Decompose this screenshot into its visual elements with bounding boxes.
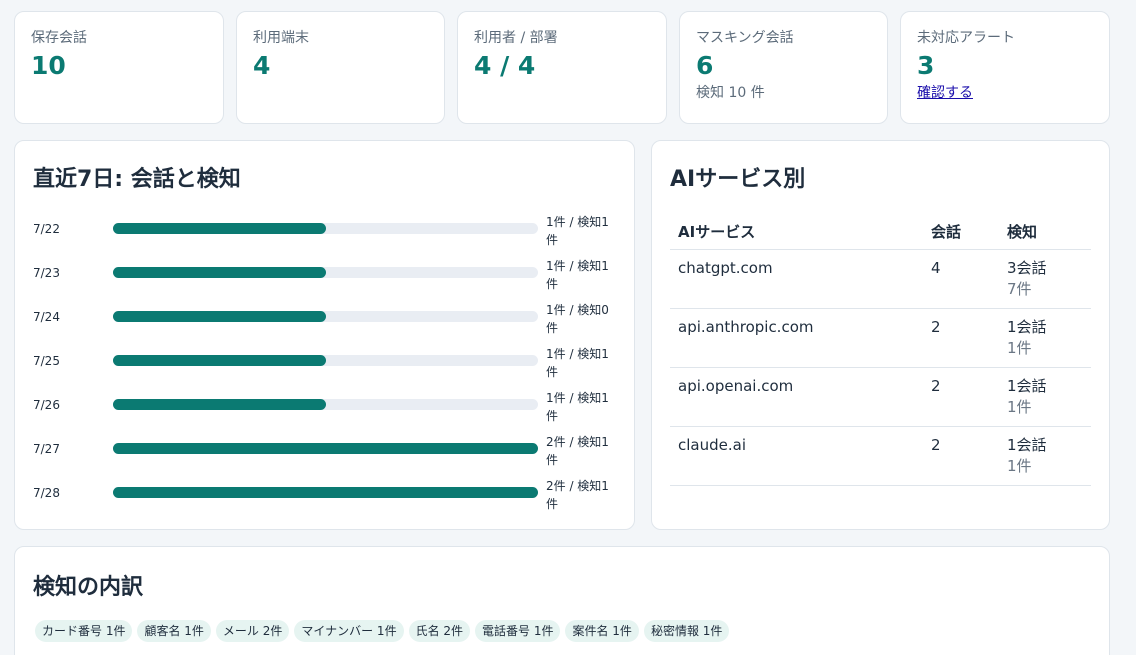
detection-badge: 案件名 1件 [565, 620, 639, 642]
row-date-label: 7/24 [33, 310, 60, 324]
bar-fill [113, 311, 326, 322]
bar-fill [113, 487, 538, 498]
detection-count: 1件 [1007, 338, 1032, 357]
stat-value: 10 [31, 51, 66, 80]
detection-conversations: 3会話 [1007, 258, 1047, 277]
detection-count: 1件 [1007, 456, 1032, 475]
ai-service-table: AIサービス 会話 検知 chatgpt.com 4 3会話 7件 api.anthro… [670, 215, 1091, 486]
stat-value: 4 / 4 [474, 51, 536, 80]
chart-row: 7/23 1件 / 検知1件 [33, 257, 623, 301]
chart-row: 7/26 1件 / 検知1件 [33, 389, 623, 433]
stat-card-devices: 利用端末 4 [236, 11, 445, 124]
stat-value: 4 [253, 51, 271, 80]
row-date-label: 7/28 [33, 486, 60, 500]
service-name: claude.ai [670, 426, 923, 486]
stat-label: マスキング会話 [696, 30, 794, 46]
detection-badge: 氏名 2件 [408, 620, 471, 642]
detection-badge: 電話番号 1件 [475, 620, 561, 642]
detection-cell: 1会話 1件 [999, 426, 1091, 486]
row-date-label: 7/23 [33, 266, 60, 280]
table-header-row: AIサービス 会話 検知 [670, 215, 1091, 250]
detection-badge: 秘密情報 1件 [643, 620, 730, 642]
stat-sub: 検知 10 件 [696, 85, 765, 101]
panel-title: 検知の内訳 [33, 575, 144, 600]
bar-track [113, 355, 538, 366]
detection-breakdown-panel: 検知の内訳 カード番号 1件 顧客名 1件 メール 2件 マイナンバー 1件 氏名 2件… [14, 546, 1110, 655]
detection-conversations: 1会話 [1007, 317, 1047, 336]
detection-cell: 1会話 1件 [999, 367, 1091, 427]
stat-card-saved-conversations: 保存会話 10 [14, 11, 224, 124]
detection-count: 1件 [1007, 397, 1032, 416]
column-header: 検知 [999, 215, 1091, 250]
bar-track [113, 399, 538, 410]
detection-badge: マイナンバー 1件 [294, 620, 404, 642]
row-date-label: 7/26 [33, 398, 60, 412]
detection-badge: カード番号 1件 [35, 620, 133, 642]
detection-count: 7件 [1007, 279, 1032, 298]
conversation-count: 4 [923, 249, 999, 309]
detection-cell: 3会話 7件 [999, 249, 1091, 309]
conversation-count: 2 [923, 426, 999, 486]
conversation-count: 2 [923, 367, 999, 427]
row-summary-text: 1件 / 検知1件 [546, 347, 609, 379]
chart-row: 7/27 2件 / 検知1件 [33, 433, 623, 477]
chart-row: 7/28 2件 / 検知1件 [33, 477, 623, 521]
chart-row: 7/25 1件 / 検知1件 [33, 345, 623, 389]
stat-label: 利用端末 [253, 30, 309, 46]
bar-track [113, 223, 538, 234]
stat-card-masked-conversations: マスキング会話 6 検知 10 件 [679, 11, 888, 124]
panel-title: 直近7日: 会話と検知 [33, 167, 241, 192]
row-summary-text: 2件 / 検知1件 [546, 435, 609, 467]
table-row: api.anthropic.com 2 1会話 1件 [670, 308, 1091, 368]
row-summary-text: 2件 / 検知1件 [546, 479, 609, 511]
row-date-label: 7/25 [33, 354, 60, 368]
row-summary-text: 1件 / 検知1件 [546, 391, 609, 423]
panel-title: AIサービス別 [670, 167, 806, 192]
row-summary-text: 1件 / 検知1件 [546, 215, 609, 247]
detection-badge: メール 2件 [215, 620, 290, 642]
stat-card-open-alerts: 未対応アラート 3 確認する [900, 11, 1110, 124]
bar-track [113, 311, 538, 322]
stat-card-users-departments: 利用者 / 部署 4 / 4 [457, 11, 667, 124]
stat-label: 未対応アラート [917, 30, 1015, 46]
conversation-count: 2 [923, 308, 999, 368]
service-name: api.openai.com [670, 367, 923, 427]
row-date-label: 7/27 [33, 442, 60, 456]
chart-row: 7/24 1件 / 検知0件 [33, 301, 623, 345]
stat-value: 3 [917, 51, 935, 80]
bar-track [113, 487, 538, 498]
ai-service-panel: AIサービス別 AIサービス 会話 検知 chatgpt.com 4 3会話 7件 ap… [651, 140, 1110, 530]
row-date-label: 7/22 [33, 222, 60, 236]
stat-label: 保存会話 [31, 30, 87, 46]
column-header: AIサービス [670, 215, 923, 250]
service-name: chatgpt.com [670, 249, 923, 309]
bar-fill [113, 223, 326, 234]
table-row: api.openai.com 2 1会話 1件 [670, 367, 1091, 427]
detection-badge: 顧客名 1件 [137, 620, 211, 642]
column-header: 会話 [923, 215, 999, 250]
bar-fill [113, 355, 326, 366]
bar-fill [113, 399, 326, 410]
row-summary-text: 1件 / 検知1件 [546, 259, 609, 291]
stat-label: 利用者 / 部署 [474, 30, 558, 46]
daily-chart-panel: 直近7日: 会話と検知 7/22 1件 / 検知1件 7/23 1件 / 検知1件 7/… [14, 140, 635, 530]
row-summary-text: 1件 / 検知0件 [546, 303, 609, 335]
chart-row: 7/22 1件 / 検知1件 [33, 213, 623, 257]
detection-cell: 1会話 1件 [999, 308, 1091, 368]
bar-track [113, 443, 538, 454]
bar-fill [113, 443, 538, 454]
table-row: chatgpt.com 4 3会話 7件 [670, 249, 1091, 309]
detection-conversations: 1会話 [1007, 435, 1047, 454]
service-name: api.anthropic.com [670, 308, 923, 368]
table-row: claude.ai 2 1会話 1件 [670, 426, 1091, 486]
detection-badges: カード番号 1件 顧客名 1件 メール 2件 マイナンバー 1件 氏名 2件 電話番号 1… [35, 620, 730, 642]
review-alerts-link[interactable]: 確認する [917, 84, 973, 102]
detection-conversations: 1会話 [1007, 376, 1047, 395]
bar-track [113, 267, 538, 278]
stat-value: 6 [696, 51, 714, 80]
bar-fill [113, 267, 326, 278]
